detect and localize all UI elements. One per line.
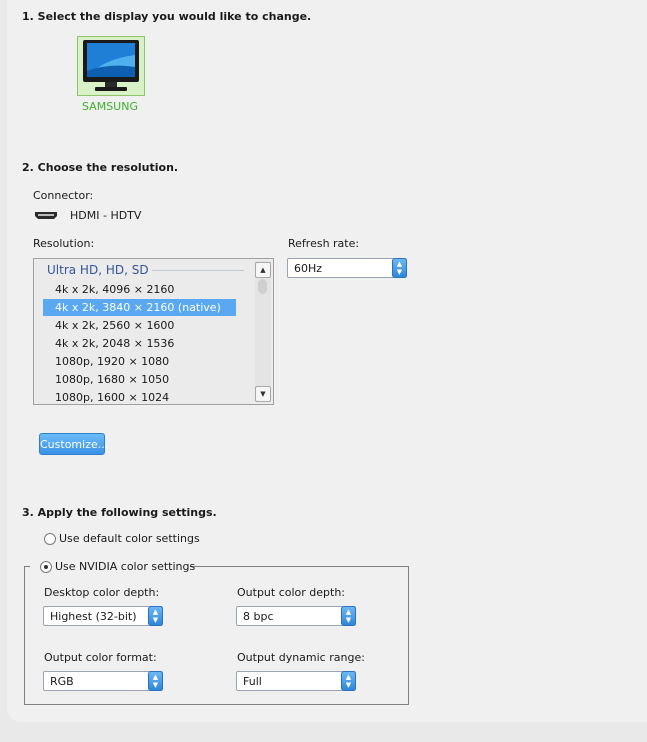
refresh-rate-dropdown[interactable]: 60Hz ▲ ▼ (287, 258, 407, 278)
section-2-heading: 2. Choose the resolution. (22, 161, 179, 174)
monitor-icon (83, 40, 139, 91)
default-color-label: Use default color settings (59, 532, 200, 545)
customize-button[interactable]: Customize... (39, 433, 108, 455)
resolution-group-header: Ultra HD, HD, SD (47, 263, 149, 277)
output-color-depth-dropdown[interactable]: 8 bpc ▲ ▼ (236, 606, 356, 626)
resolution-scrollbar[interactable]: ▲ ▼ (255, 261, 271, 402)
output-dynamic-range-label: Output dynamic range: (237, 651, 365, 664)
output-color-format-dropdown[interactable]: RGB ▲ ▼ (43, 671, 163, 691)
output-color-format-value: RGB (50, 675, 74, 688)
resolution-option[interactable]: 1080p, 1680 × 1050 (43, 371, 236, 388)
desktop-color-depth-label: Desktop color depth: (44, 586, 160, 599)
resolution-option[interactable]: 4k x 2k, 2560 × 1600 (43, 317, 236, 334)
updown-chevron-icon: ▲ ▼ (148, 606, 163, 626)
group-divider (152, 270, 244, 271)
output-dynamic-range-value: Full (243, 675, 262, 688)
resolution-label: Resolution: (33, 237, 95, 250)
updown-chevron-icon: ▲ ▼ (341, 671, 356, 691)
nvidia-color-legend: Use NVIDIA color settings (30, 559, 195, 575)
resolution-option[interactable]: 4k x 2k, 2048 × 1536 (43, 335, 236, 352)
section-1-heading: 1. Select the display you would like to … (22, 10, 312, 23)
hdmi-port-icon (35, 212, 57, 219)
scrollbar-thumb[interactable] (258, 279, 267, 294)
output-dynamic-range-dropdown[interactable]: Full ▲ ▼ (236, 671, 356, 691)
display-name: SAMSUNG (82, 100, 138, 113)
desktop-color-depth-value: Highest (32-bit) (50, 610, 137, 623)
display-tile-samsung[interactable] (77, 36, 145, 96)
refresh-rate-label: Refresh rate: (288, 237, 360, 250)
updown-chevron-icon: ▲ ▼ (148, 671, 163, 691)
nvidia-color-label: Use NVIDIA color settings (55, 560, 196, 573)
connector-label: Connector: (33, 189, 94, 202)
updown-chevron-icon: ▲ ▼ (341, 606, 356, 626)
connector-value: HDMI - HDTV (70, 209, 142, 222)
resolution-option[interactable]: 4k x 2k, 4096 × 2160 (43, 281, 236, 298)
default-color-radio[interactable] (44, 533, 56, 545)
desktop-color-depth-dropdown[interactable]: Highest (32-bit) ▲ ▼ (43, 606, 163, 626)
resolution-option[interactable]: 1080p, 1600 × 1024 (43, 389, 236, 404)
updown-chevron-icon: ▲ ▼ (392, 258, 407, 278)
scroll-up-icon[interactable]: ▲ (255, 262, 271, 278)
resolution-option-selected[interactable]: 4k x 2k, 3840 × 2160 (native) (43, 299, 236, 316)
nvidia-color-radio[interactable] (40, 561, 52, 573)
resolution-option[interactable]: 1080p, 1920 × 1080 (43, 353, 236, 370)
section-3-heading: 3. Apply the following settings. (22, 506, 217, 519)
scroll-down-icon[interactable]: ▼ (255, 386, 271, 402)
output-color-depth-label: Output color depth: (237, 586, 346, 599)
output-color-format-label: Output color format: (44, 651, 157, 664)
output-color-depth-value: 8 bpc (243, 610, 274, 623)
refresh-rate-value: 60Hz (294, 262, 323, 275)
resolution-listbox[interactable]: Ultra HD, HD, SD 4k x 2k, 4096 × 2160 4k… (33, 258, 274, 405)
